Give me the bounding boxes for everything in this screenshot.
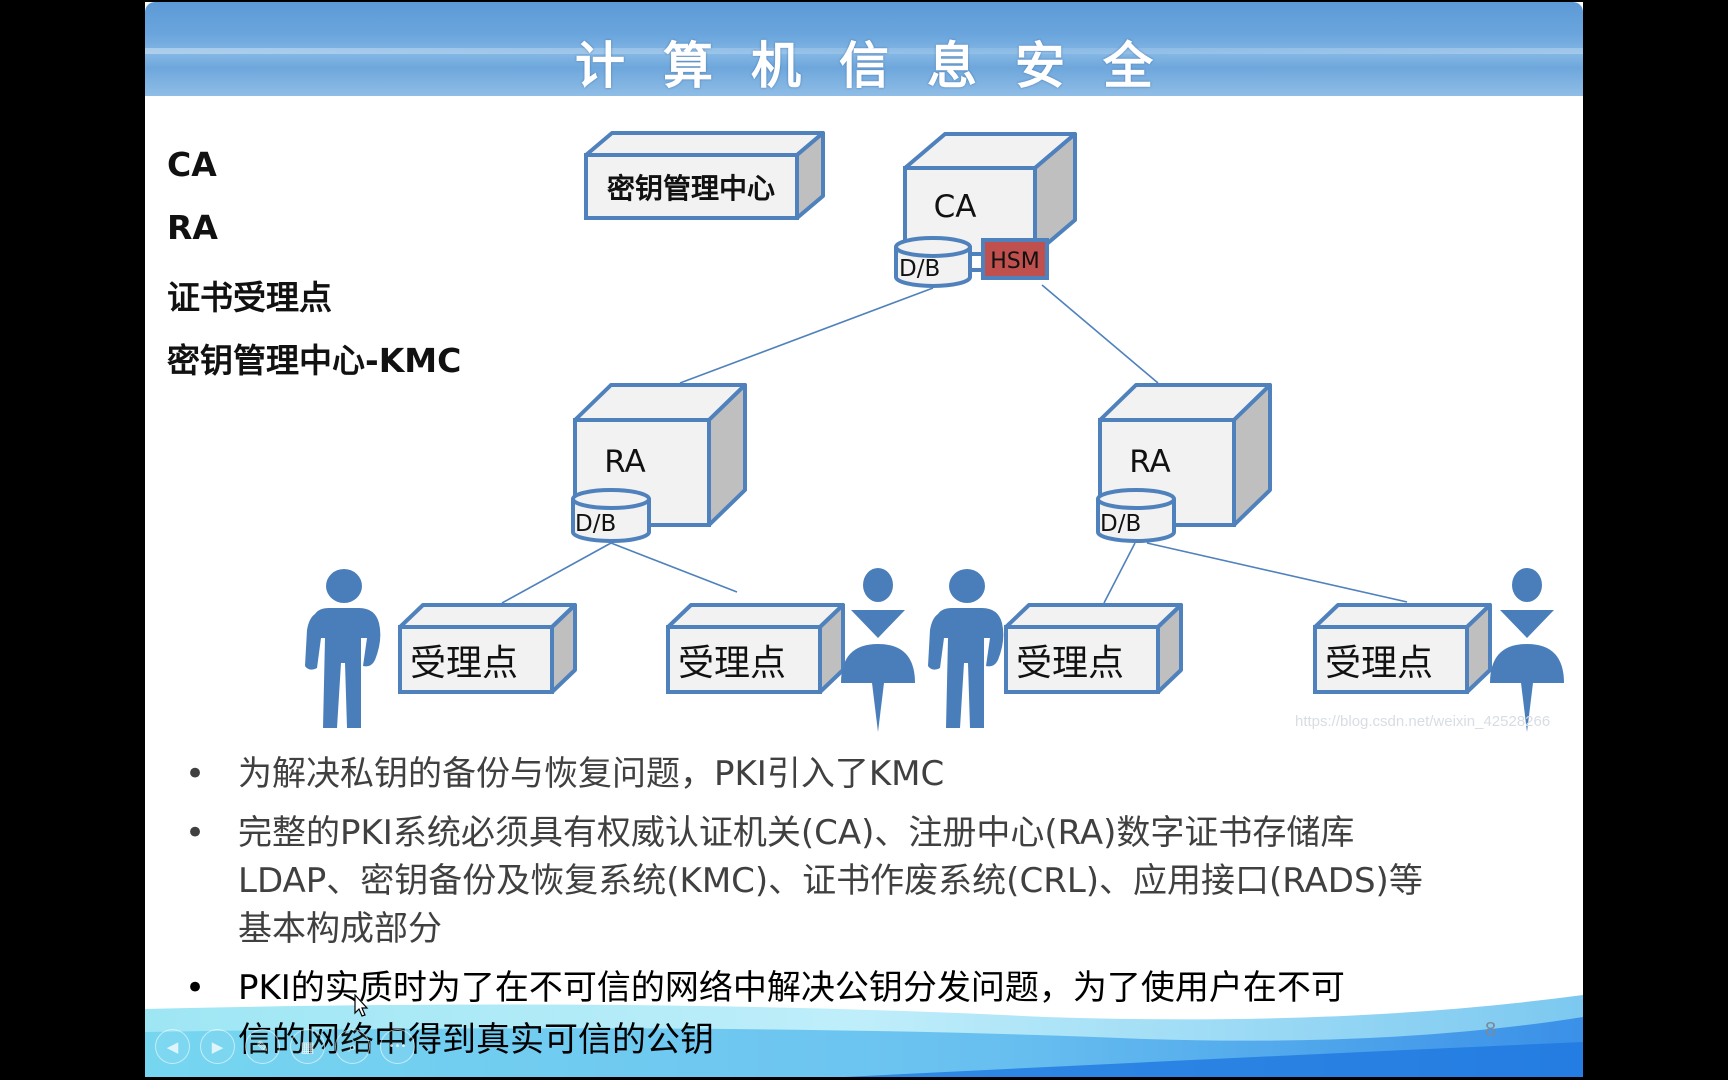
pen-tool-button[interactable]: ✎ — [245, 1029, 280, 1064]
page-number: 8 — [1485, 1019, 1497, 1041]
next-slide-button[interactable]: ▶ — [200, 1029, 235, 1064]
pen-icon: ✎ — [256, 1037, 269, 1056]
presentation-toolbar: ◀ ▶ ✎ ▦ ⌕ ••• — [155, 1029, 415, 1064]
acceptance-point-label: 受理点 — [678, 643, 786, 684]
kmc-box-label: 密钥管理中心 — [607, 172, 775, 205]
acceptance-point-box-3: 受理点 — [1004, 603, 1183, 694]
ca-db-label: D/B — [899, 256, 940, 282]
line-ra-left-ap2 — [610, 542, 738, 593]
previous-slide-button[interactable]: ◀ — [155, 1029, 190, 1064]
line-ca-ra-right — [1041, 284, 1159, 384]
acceptance-point-label: 受理点 — [1325, 643, 1433, 684]
pki-diagram: 密钥管理中心 CA D/B HSM RA D/B RA D/B 受理点 受理点 … — [305, 131, 1564, 732]
magnifier-icon: ⌕ — [348, 1037, 357, 1056]
hsm-module: HSM — [981, 238, 1049, 280]
male-user-icon — [305, 569, 381, 728]
ra-left-label: RA — [604, 444, 646, 480]
watermark: https://blog.csdn.net/weixin_42528266 — [1295, 713, 1551, 730]
acceptance-point-box-2: 受理点 — [666, 603, 845, 694]
female-user-icon — [841, 568, 915, 732]
ra-left-database-icon: D/B — [571, 488, 651, 543]
zoom-button[interactable]: ⌕ — [335, 1029, 370, 1064]
see-all-slides-button[interactable]: ▦ — [290, 1029, 325, 1064]
male-user-icon — [928, 569, 1004, 728]
ra-right-label: RA — [1129, 444, 1171, 480]
chevron-right-icon: ▶ — [211, 1037, 224, 1056]
slide: 计算机信息安全 CA RA 证书受理点 密钥管理中心-KMC 密钥管理中心 CA — [145, 2, 1583, 1077]
ra-right-database-icon: D/B — [1096, 488, 1176, 543]
acceptance-point-box-1: 受理点 — [398, 603, 577, 694]
acceptance-point-label: 受理点 — [410, 643, 518, 684]
kmc-box: 密钥管理中心 — [584, 131, 825, 220]
female-user-icon — [1490, 568, 1564, 732]
acceptance-point-label: 受理点 — [1016, 643, 1124, 684]
line-ca-ra-left — [679, 287, 934, 384]
more-icon: ••• — [388, 1041, 407, 1052]
acceptance-point-box-4: 受理点 — [1313, 603, 1492, 694]
more-options-button[interactable]: ••• — [380, 1029, 415, 1064]
mouse-cursor-icon — [354, 994, 369, 1017]
ca-box: CA — [903, 132, 1077, 256]
ra-right-db-label: D/B — [1100, 511, 1141, 537]
ra-left-db-label: D/B — [575, 511, 616, 537]
line-ra-left-ap1 — [501, 542, 612, 604]
slides-grid-icon: ▦ — [300, 1037, 315, 1056]
ca-box-label: CA — [934, 189, 977, 225]
ca-database-icon: D/B — [894, 236, 972, 288]
line-ra-right-ap4 — [1146, 542, 1408, 603]
hsm-label: HSM — [990, 249, 1040, 274]
chevron-left-icon: ◀ — [166, 1037, 179, 1056]
line-ra-right-ap3 — [1103, 542, 1136, 604]
